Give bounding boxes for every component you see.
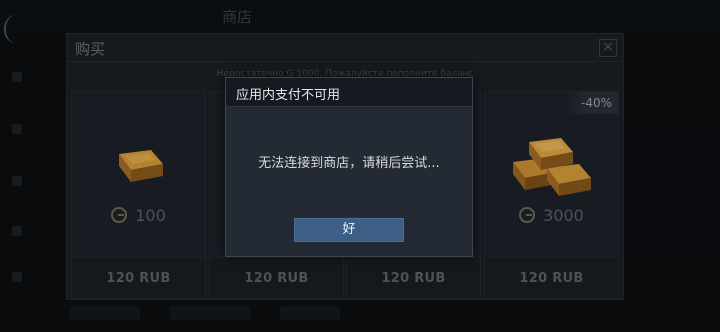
dialog-title: 应用内支付不可用: [236, 88, 341, 103]
dialog-message: 无法连接到商店，请稍后尝试...: [258, 156, 440, 171]
dialog-header: 应用内支付不可用: [226, 78, 472, 107]
ok-button[interactable]: 好: [294, 218, 404, 242]
payment-unavailable-dialog: 应用内支付不可用 无法连接到商店，请稍后尝试... 好: [225, 77, 473, 257]
